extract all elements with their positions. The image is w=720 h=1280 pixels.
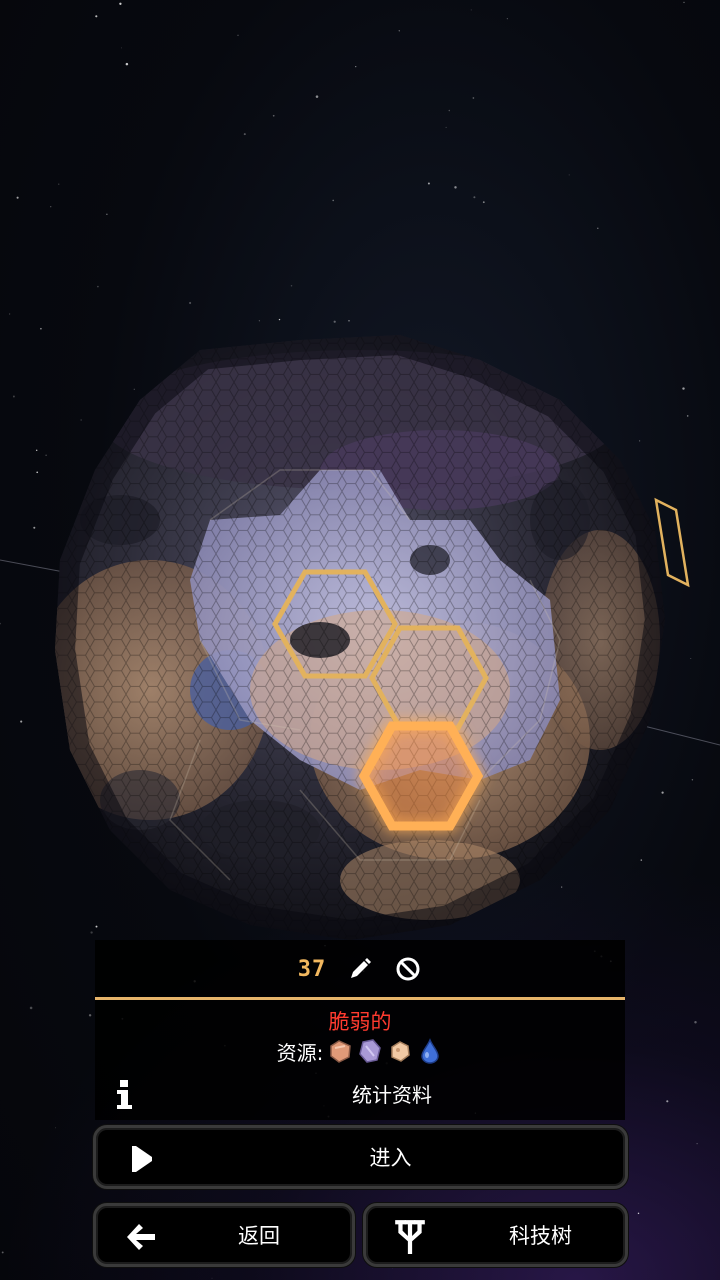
- back-label: 返回: [238, 1224, 280, 1248]
- star: [696, 1142, 698, 1145]
- star: [666, 1100, 669, 1103]
- star: [470, 9, 472, 11]
- star: [445, 126, 447, 128]
- water-drop-icon: [421, 1038, 440, 1064]
- star: [398, 30, 400, 32]
- star: [661, 791, 664, 794]
- star: [80, 419, 82, 421]
- star: [473, 196, 476, 199]
- star: [9, 313, 11, 315]
- pencil-icon[interactable]: [346, 955, 374, 983]
- star: [561, 886, 563, 888]
- star: [120, 47, 122, 49]
- star: [568, 174, 570, 176]
- back-button[interactable]: 返回: [93, 1203, 355, 1267]
- star: [637, 1212, 640, 1215]
- star: [348, 320, 350, 322]
- star: [694, 1021, 697, 1024]
- star: [355, 65, 357, 68]
- panel-divider: [95, 997, 625, 1000]
- star: [506, 18, 508, 20]
- tile-count: 37: [297, 956, 327, 982]
- star: [106, 213, 108, 215]
- star: [90, 931, 93, 934]
- resources-label: 资源:: [276, 1040, 324, 1065]
- star: [45, 454, 47, 456]
- stats-row[interactable]: 统计资料: [95, 1070, 625, 1116]
- tile-name: 脆弱的: [328, 1010, 392, 1034]
- star: [189, 301, 192, 305]
- tech-tree-label: 科技树: [509, 1224, 572, 1248]
- star: [16, 196, 19, 199]
- star: [58, 183, 60, 185]
- star: [211, 1277, 213, 1279]
- star: [55, 1127, 57, 1129]
- star: [597, 227, 599, 230]
- star: [29, 1006, 33, 1010]
- star: [290, 284, 293, 287]
- star: [427, 182, 430, 185]
- offscreen-marker[interactable]: [654, 497, 690, 588]
- star: [237, 34, 239, 36]
- star: [36, 471, 39, 474]
- star: [88, 1014, 92, 1017]
- star: [35, 449, 38, 452]
- purple-crystal-icon: [359, 1039, 382, 1063]
- star: [40, 327, 42, 330]
- star: [690, 658, 692, 659]
- stats-label: 统计资料: [352, 1082, 432, 1107]
- star: [315, 95, 319, 98]
- star: [1, 1251, 4, 1254]
- copper-ore-icon: [330, 1040, 352, 1063]
- star: [243, 133, 246, 136]
- enter-button[interactable]: 进入: [93, 1125, 628, 1189]
- beige-ore-icon: [391, 1041, 411, 1062]
- planet[interactable]: [0, 300, 720, 1000]
- star: [50, 206, 52, 208]
- star: [683, 1, 685, 4]
- enter-label: 进入: [369, 1146, 412, 1170]
- star: [640, 859, 643, 861]
- star: [258, 320, 261, 322]
- star: [272, 114, 275, 117]
- star: [278, 318, 281, 321]
- star: [682, 387, 685, 390]
- star: [119, 2, 122, 5]
- star: [686, 415, 689, 417]
- info-icon[interactable]: [113, 1078, 135, 1110]
- resources-row: 资源:: [95, 1034, 625, 1068]
- star: [95, 925, 98, 928]
- no-entry-icon[interactable]: [394, 955, 422, 983]
- star: [638, 440, 641, 442]
- star: [454, 186, 457, 189]
- star: [482, 201, 485, 204]
- star: [12, 395, 15, 398]
- star: [20, 720, 23, 723]
- star: [472, 97, 475, 99]
- star: [333, 320, 336, 323]
- tile-info-panel: 37 脆弱的 资源: 统计资料: [95, 940, 625, 1120]
- star: [448, 109, 451, 112]
- panel-header: 37: [95, 940, 625, 998]
- star: [691, 779, 694, 781]
- selected-tile[interactable]: [358, 721, 484, 831]
- star: [332, 199, 335, 202]
- star: [95, 15, 98, 18]
- star: [33, 526, 36, 529]
- star: [97, 285, 99, 288]
- star: [0, 622, 1, 625]
- star: [125, 62, 129, 66]
- tech-tree-button[interactable]: 科技树: [363, 1203, 628, 1267]
- orbit-line: [639, 724, 720, 746]
- star: [133, 388, 135, 390]
